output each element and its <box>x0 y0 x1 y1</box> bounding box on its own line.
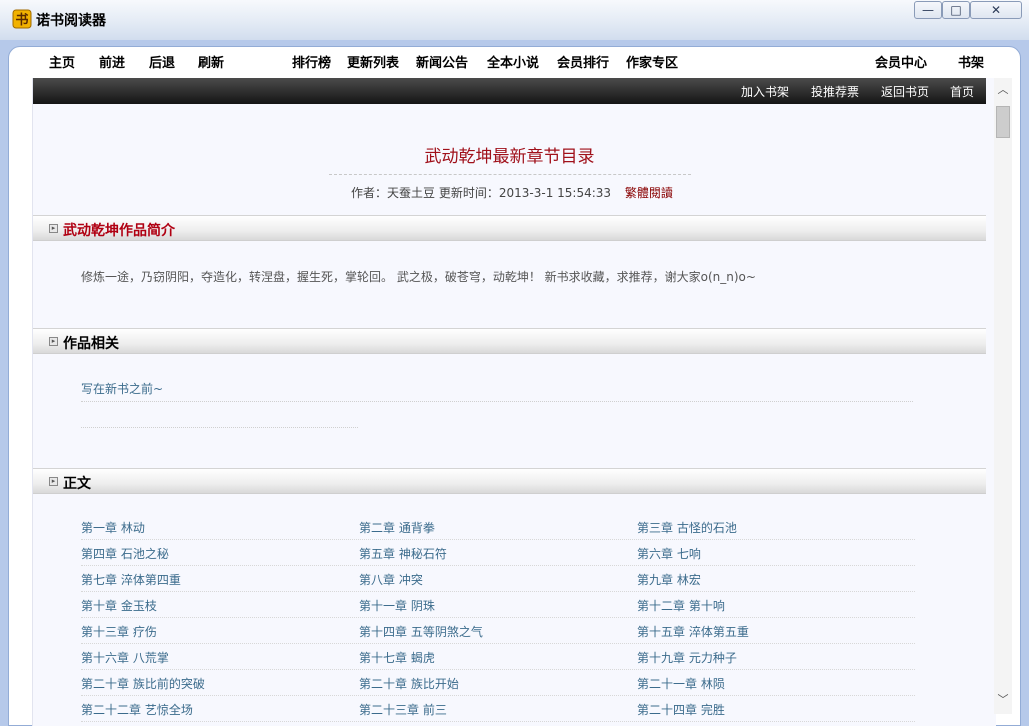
chapter-link[interactable]: 第四章 石池之秘 <box>81 545 169 562</box>
main-nav: 主页 前进 后退 刷新 排行榜 更新列表 新闻公告 全本小说 会员排行 作家专区… <box>10 48 1018 74</box>
body-section-header: ▸ 正文 <box>33 468 986 494</box>
chapter-row: 第十章 金玉枝 第十一章 阴珠 第十二章 第十响 <box>81 592 915 618</box>
chapter-link[interactable]: 第二十四章 完胜 <box>637 701 725 718</box>
chapter-link[interactable]: 第十九章 元力种子 <box>637 649 737 666</box>
nav-updates[interactable]: 更新列表 <box>347 52 399 71</box>
chapter-row: 第十六章 八荒掌 第十七章 蝎虎 第十九章 元力种子 <box>81 644 915 670</box>
chapter-row: 第四章 石池之秘 第五章 神秘石符 第六章 七响 <box>81 540 915 566</box>
chapter-link[interactable]: 第二章 通背拳 <box>359 519 435 536</box>
chapter-link[interactable]: 第三章 古怪的石池 <box>637 519 737 536</box>
chapter-link[interactable]: 第七章 淬体第四重 <box>81 571 181 588</box>
related-section-title: 作品相关 <box>63 336 119 352</box>
divider <box>81 427 358 428</box>
page-title: 武动乾坤最新章节目录 <box>424 147 595 167</box>
site-toolbar: 加入书架 投推荐票 返回书页 首页 <box>33 78 986 104</box>
intro-section-title: 武动乾坤作品简介 <box>63 223 175 239</box>
related-chapter-link[interactable]: 写在新书之前~ <box>81 380 163 397</box>
intro-section-header: ▸ 武动乾坤作品简介 <box>33 215 986 241</box>
maximize-button[interactable]: □ <box>942 1 970 19</box>
updated-label: 更新时间： <box>438 186 499 200</box>
divider <box>81 401 913 402</box>
nav-full-novels[interactable]: 全本小说 <box>487 52 539 71</box>
nav-refresh[interactable]: 刷新 <box>198 52 224 71</box>
scroll-thumb[interactable] <box>996 106 1010 138</box>
close-button[interactable]: ✕ <box>970 1 1022 19</box>
chapter-link[interactable]: 第九章 林宏 <box>637 571 701 588</box>
chapter-row: 第二十章 族比前的突破 第二十章 族比开始 第二十一章 林陨 <box>81 670 915 696</box>
nav-back[interactable]: 后退 <box>149 52 175 71</box>
nav-member-center[interactable]: 会员中心 <box>875 52 927 71</box>
chapter-row: 第一章 林动 第二章 通背拳 第三章 古怪的石池 <box>81 514 915 540</box>
app-logo-icon: 书 <box>12 9 32 29</box>
nav-home[interactable]: 主页 <box>49 52 75 71</box>
section-bullet-icon: ▸ <box>49 477 58 486</box>
chapter-link[interactable]: 第二十二章 艺惊全场 <box>81 701 193 718</box>
nav-forward[interactable]: 前进 <box>99 52 125 71</box>
body-section-title: 正文 <box>63 476 91 492</box>
chapter-link[interactable]: 第八章 冲突 <box>359 571 423 588</box>
return-book-page-link[interactable]: 返回书页 <box>881 83 929 100</box>
vote-recommend-link[interactable]: 投推荐票 <box>811 83 859 100</box>
chapter-link[interactable]: 第五章 神秘石符 <box>359 545 447 562</box>
nav-ranking[interactable]: 排行榜 <box>292 52 331 71</box>
minimize-button[interactable]: — <box>914 1 942 19</box>
chapter-link[interactable]: 第一章 林动 <box>81 519 145 536</box>
nav-news[interactable]: 新闻公告 <box>416 52 468 71</box>
chapter-link[interactable]: 第十四章 五等阴煞之气 <box>359 623 483 640</box>
chapter-row: 第七章 淬体第四重 第八章 冲突 第九章 林宏 <box>81 566 915 592</box>
nav-member-ranking[interactable]: 会员排行 <box>557 52 609 71</box>
vertical-scrollbar[interactable]: ︿ ﹀ <box>994 78 1012 714</box>
chapter-list: 第一章 林动 第二章 通背拳 第三章 古怪的石池第四章 石池之秘 第五章 神秘石符 第六… <box>81 514 915 722</box>
chapter-link[interactable]: 第十一章 阴珠 <box>359 597 435 614</box>
site-home-link[interactable]: 首页 <box>950 83 974 100</box>
title-divider <box>329 174 691 175</box>
chapter-link[interactable]: 第十章 金玉枝 <box>81 597 157 614</box>
chapter-link[interactable]: 第十七章 蝎虎 <box>359 649 435 666</box>
chapter-link[interactable]: 第六章 七响 <box>637 545 701 562</box>
window-title: 诺书阅读器 <box>36 13 106 29</box>
traditional-reading-link[interactable]: 繁體閱讀 <box>625 186 673 200</box>
chapter-row: 第十三章 疗伤 第十四章 五等阴煞之气 第十五章 淬体第五重 <box>81 618 915 644</box>
chapter-link[interactable]: 第二十一章 林陨 <box>637 675 725 692</box>
chapter-link[interactable]: 第二十三章 前三 <box>359 701 447 718</box>
updated-time: 2013-3-1 15:54:33 <box>498 186 612 200</box>
chapter-link[interactable]: 第十二章 第十响 <box>637 597 725 614</box>
related-section-header: ▸ 作品相关 <box>33 328 986 354</box>
section-bullet-icon: ▸ <box>49 224 58 233</box>
nav-author-zone[interactable]: 作家专区 <box>626 52 678 71</box>
scroll-up-arrow-icon[interactable]: ︿ <box>994 80 1012 98</box>
intro-text: 修炼一途，乃窃阴阳，夺造化，转涅盘，握生死，掌轮回。 武之极，破苍穹，动乾坤！ … <box>81 270 756 284</box>
web-content: 加入书架 投推荐票 返回书页 首页 武动乾坤最新章节目录 作者：天蚕土豆 更新时… <box>32 78 996 726</box>
add-to-bookshelf-link[interactable]: 加入书架 <box>741 83 789 100</box>
chapter-link[interactable]: 第十三章 疗伤 <box>81 623 157 640</box>
chapter-link[interactable]: 第十五章 淬体第五重 <box>637 623 749 640</box>
scroll-down-arrow-icon[interactable]: ﹀ <box>994 690 1012 708</box>
author-name: 天蚕土豆 <box>387 186 436 200</box>
section-bullet-icon: ▸ <box>49 337 58 346</box>
title-bar: 书 诺书阅读器 — □ ✕ <box>0 0 1029 40</box>
chapter-link[interactable]: 第二十章 族比前的突破 <box>81 675 205 692</box>
chapter-link[interactable]: 第十六章 八荒掌 <box>81 649 169 666</box>
chapter-link[interactable]: 第二十章 族比开始 <box>359 675 459 692</box>
book-meta: 作者：天蚕土豆 更新时间：2013-3-1 15:54:33 繁體閱讀 <box>351 184 673 201</box>
author-label: 作者： <box>351 186 388 200</box>
chapter-row: 第二十二章 艺惊全场 第二十三章 前三 第二十四章 完胜 <box>81 696 915 722</box>
nav-bookshelf[interactable]: 书架 <box>958 52 984 71</box>
svg-text:书: 书 <box>15 12 28 28</box>
